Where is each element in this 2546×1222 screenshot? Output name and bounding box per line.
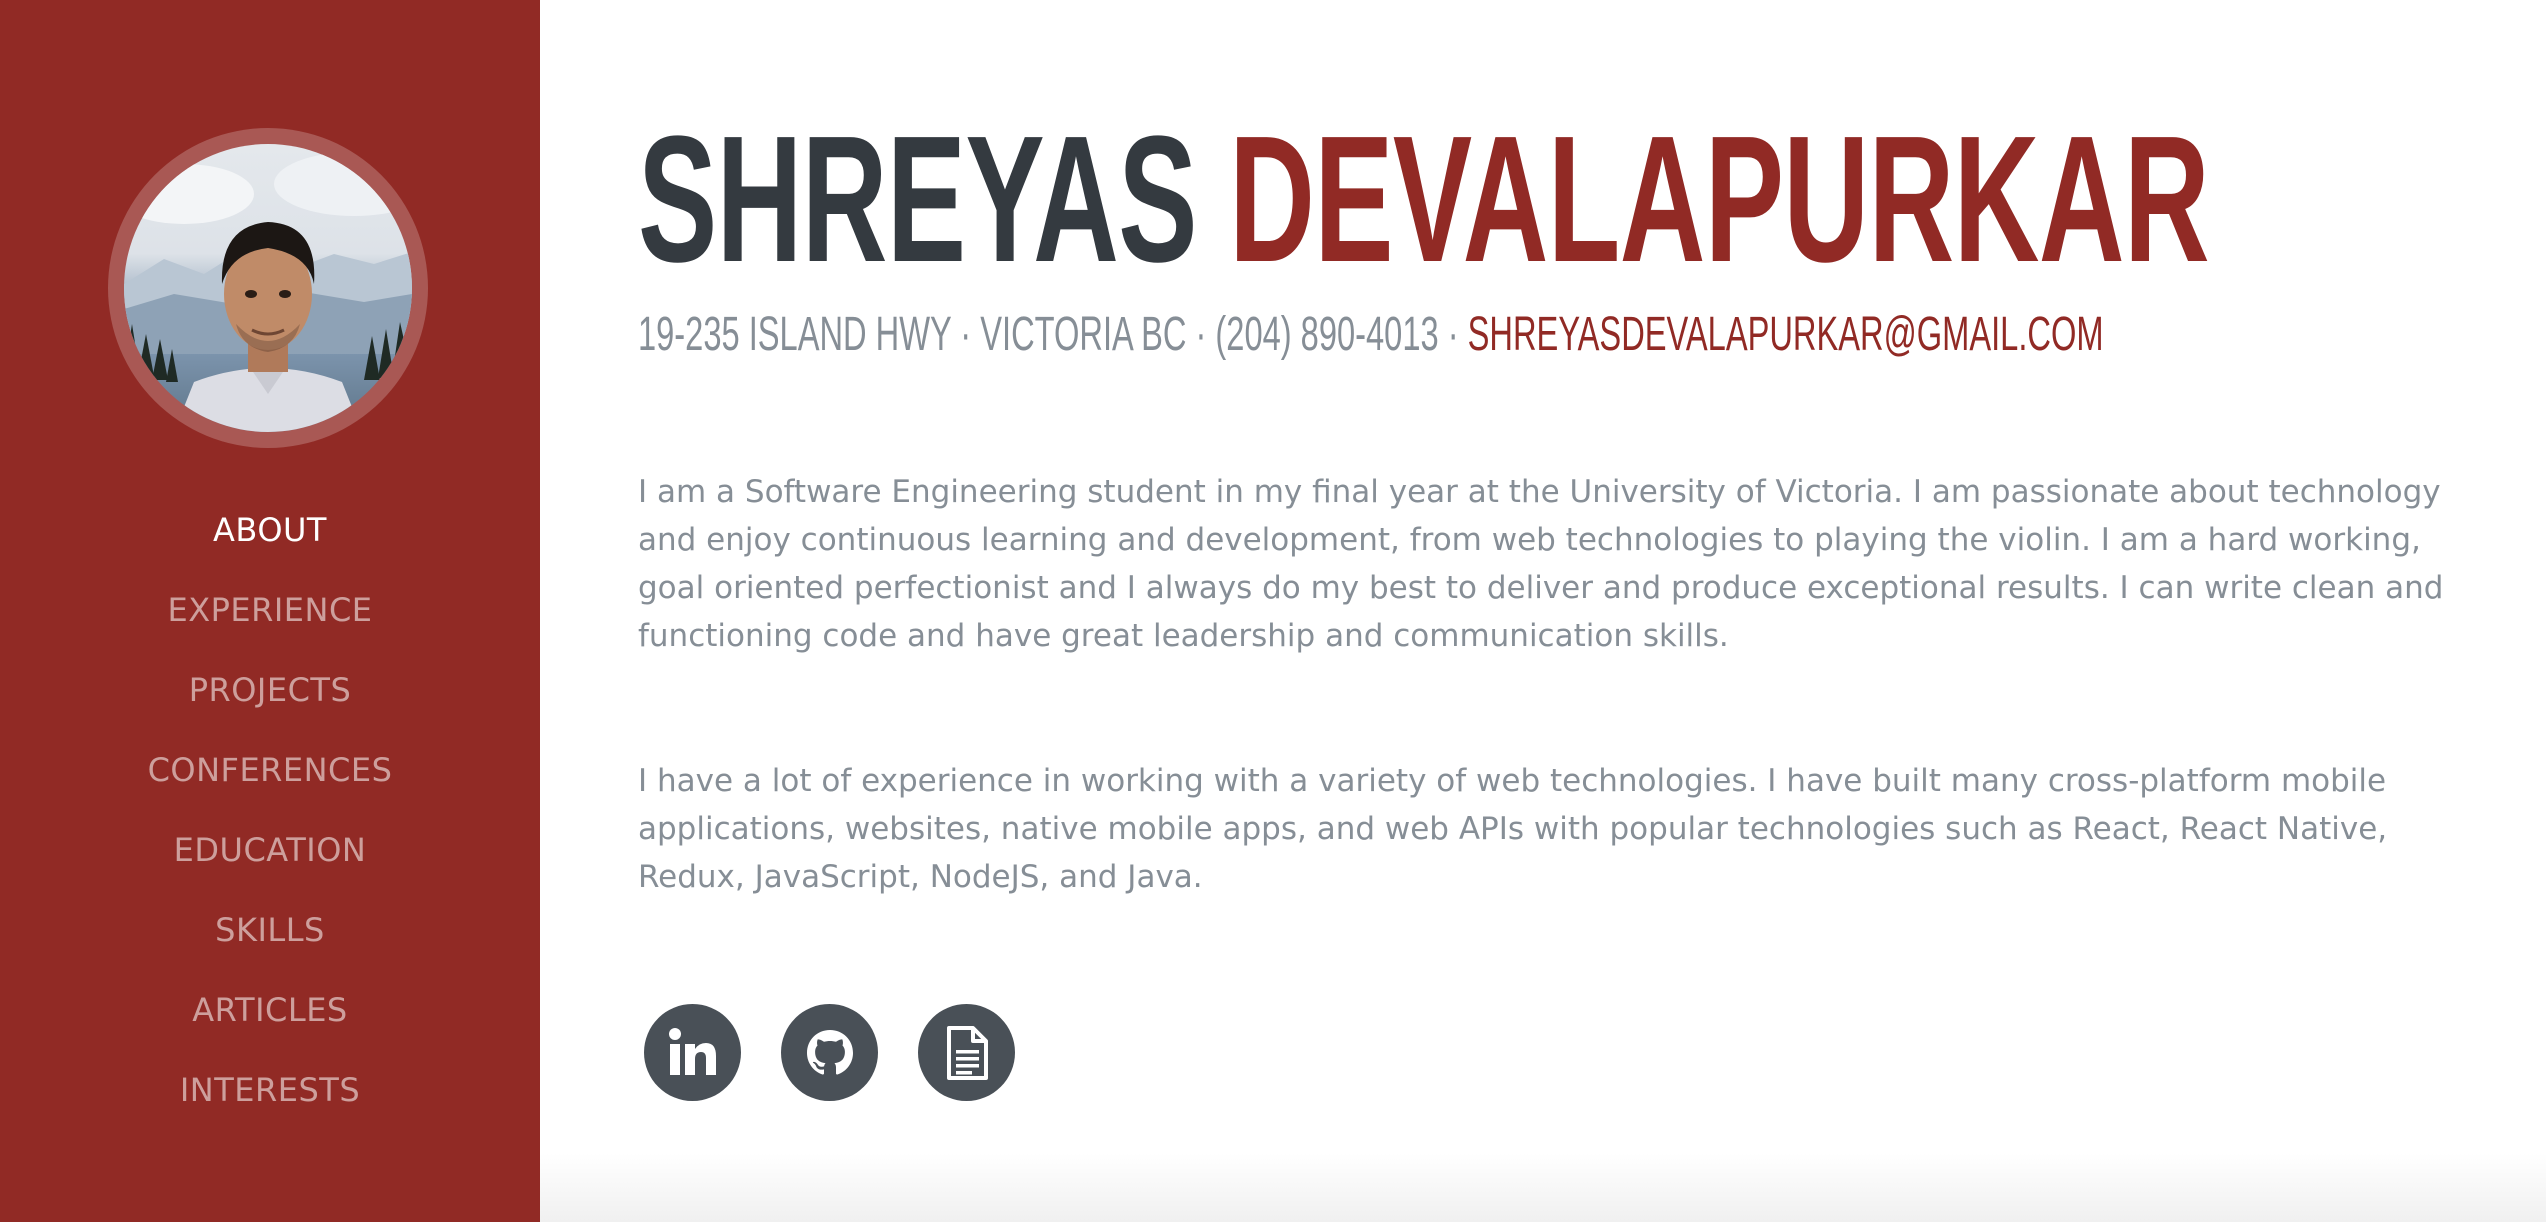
nav-item-education[interactable]: EDUCATION (0, 810, 540, 890)
bottom-shadow (540, 1152, 2546, 1222)
nav-item-projects[interactable]: PROJECTS (0, 650, 540, 730)
about-section: SHREYAS DEVALAPURKAR 19-235 ISLAND HWY ·… (540, 0, 2546, 1222)
avatar (124, 144, 412, 432)
nav-item-interests[interactable]: INTERESTS (0, 1050, 540, 1130)
nav-item-experience[interactable]: EXPERIENCE (0, 570, 540, 650)
page-title: SHREYAS DEVALAPURKAR (638, 110, 2210, 290)
last-name: DEVALAPURKAR (1229, 99, 2210, 300)
linkedin-icon (668, 1027, 716, 1075)
linkedin-button[interactable] (644, 1004, 741, 1101)
resume-button[interactable] (918, 1004, 1015, 1101)
document-icon (946, 1025, 988, 1080)
nav-item-skills[interactable]: SKILLS (0, 890, 540, 970)
social-icons (644, 1004, 1015, 1101)
about-paragraph-1: I am a Software Engineering student in m… (638, 474, 2444, 654)
github-icon (806, 1029, 853, 1075)
about-paragraph-2: I have a lot of experience in working wi… (638, 763, 2388, 895)
github-button[interactable] (781, 1004, 878, 1101)
sidebar-nav: ABOUT EXPERIENCE PROJECTS CONFERENCES ED… (0, 490, 540, 1130)
nav-item-conferences[interactable]: CONFERENCES (0, 730, 540, 810)
first-name: SHREYAS (638, 99, 1197, 300)
avatar-ring (108, 128, 428, 448)
sidebar: ABOUT EXPERIENCE PROJECTS CONFERENCES ED… (0, 0, 540, 1222)
email-link[interactable]: SHREYASDEVALAPURKAR@GMAIL.COM (1468, 308, 2104, 361)
profile-photo (124, 152, 412, 432)
address-text: 19-235 ISLAND HWY · VICTORIA BC · (204) … (638, 308, 1459, 361)
contact-line: 19-235 ISLAND HWY · VICTORIA BC · (204) … (638, 305, 2104, 365)
nav-item-articles[interactable]: ARTICLES (0, 970, 540, 1050)
nav-item-about[interactable]: ABOUT (0, 490, 540, 570)
